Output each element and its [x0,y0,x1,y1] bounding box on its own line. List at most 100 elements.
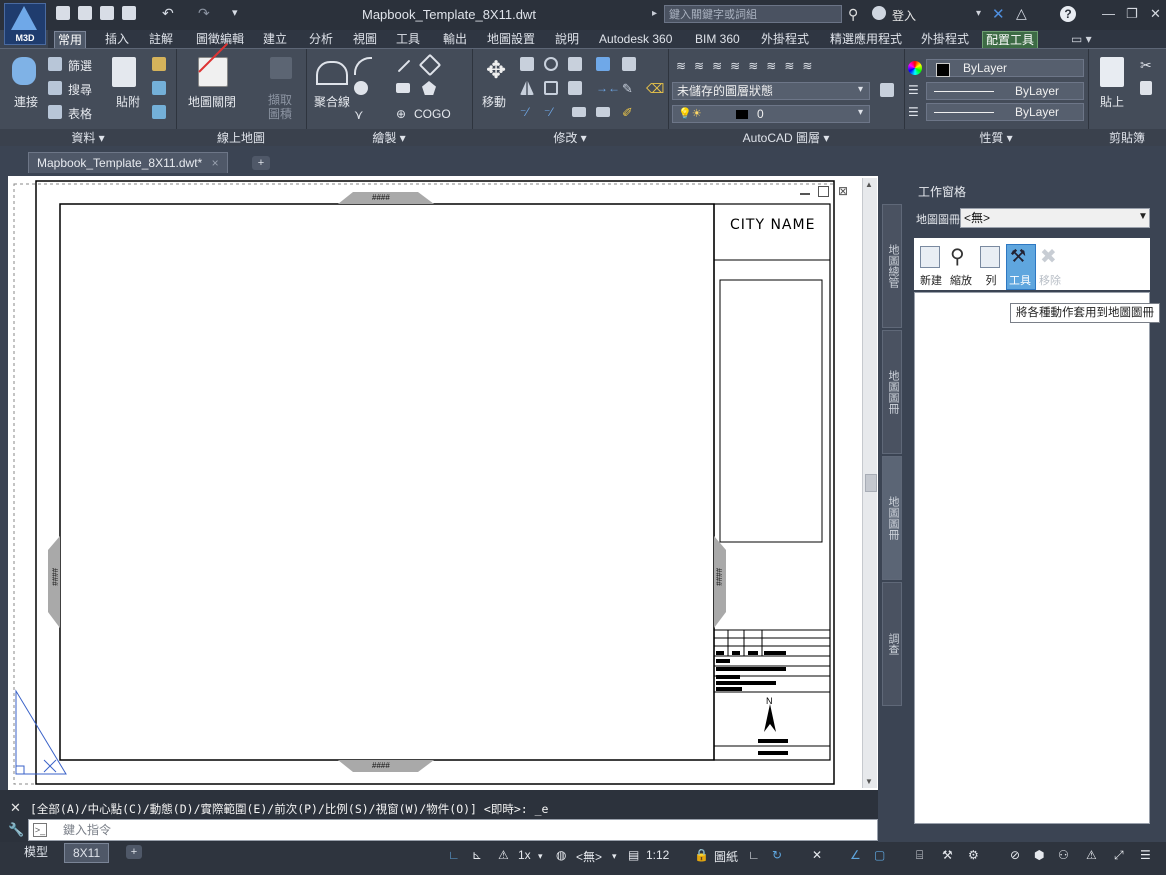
ribbon-minimize-icon[interactable]: ▭ ▾ [1068,31,1095,47]
tab-create[interactable]: 建立 [260,31,290,47]
tab-autodesk-360[interactable]: Autodesk 360 [596,31,675,47]
close-window-icon[interactable]: ✕ [1150,6,1161,22]
search-data-icon[interactable] [48,81,62,95]
tab-tools[interactable]: 工具 [393,31,423,47]
layer-state-dropdown[interactable]: 未儲存的圖層狀態 [672,82,870,100]
mapbook-select-arrow-icon[interactable]: ▼ [1138,211,1148,222]
scroll-up-icon[interactable]: ▲ [865,180,873,189]
search-button[interactable]: 搜尋 [68,81,92,98]
new-mapbook-icon[interactable] [920,246,940,268]
tab-analyze[interactable]: 分析 [306,31,336,47]
hatch-icon[interactable] [418,53,442,77]
ortho-icon[interactable]: ∟ [748,848,760,862]
list-icon[interactable] [980,246,1000,268]
zoom-icon[interactable]: ⚲ [950,244,965,269]
layer-state-dropdown-arrow-icon[interactable]: ▾ [858,84,863,95]
refresh-icon[interactable] [152,105,166,119]
object-tree-icon[interactable]: ⚇ [1058,848,1069,862]
viewport-restore-icon[interactable] [818,186,829,197]
join-icon[interactable] [572,107,586,117]
cut-icon[interactable]: ✂ [1140,57,1158,75]
scrollbar-thumb[interactable] [865,474,877,492]
panel-title-data[interactable]: 資料 ▾ [0,129,176,147]
add-layout-icon[interactable]: + [126,845,142,859]
array-icon[interactable] [596,57,610,71]
a360-icon[interactable]: △ [1016,5,1027,22]
current-layer-dropdown-arrow-icon[interactable]: ▾ [858,107,863,118]
tab-annotate[interactable]: 註解 [146,31,176,47]
minimize-icon[interactable]: — [1102,6,1115,21]
close-command-icon[interactable]: ✕ [10,800,21,816]
tab-view[interactable]: 視圖 [350,31,380,47]
command-input[interactable]: 鍵入指令 [28,819,878,841]
fullscreen-icon[interactable]: ⤢ [1114,848,1124,863]
model-tab[interactable]: 模型 [16,843,56,861]
redo-icon[interactable]: ↷ [198,5,210,22]
annotation-scale-icon[interactable]: ⚠ [498,848,509,862]
viewport-icon[interactable]: ▤ [628,848,639,862]
erase-icon[interactable]: ⌫ [646,81,664,99]
open-file-icon[interactable] [78,6,92,20]
tab-insert[interactable]: 插入 [102,31,132,47]
tab-featured-apps[interactable]: 精選應用程式 [827,31,905,47]
tab-map-setup[interactable]: 地圖設置 [484,31,538,47]
lineweight-icon[interactable]: ☰ [908,83,926,101]
isolate-icon[interactable]: ⌸ [916,848,923,863]
customize-wrench-icon[interactable]: 🔧 [8,822,24,838]
line-icon[interactable] [397,59,411,73]
otrack-icon[interactable]: ∠ [850,848,861,862]
side-tab-map-explorer[interactable]: 地圖總管 [882,204,902,328]
qat-customize-icon[interactable]: ▾ [232,6,238,19]
rotate-icon[interactable] [544,57,558,71]
login-button[interactable]: 登入 [892,7,916,24]
move-button[interactable]: 移動 [482,93,506,110]
panel-title-layers[interactable]: AutoCAD 圖層 ▾ [668,129,904,147]
filter-data-icon[interactable] [48,57,62,71]
paste-icon[interactable] [1100,57,1124,87]
panel-title-properties[interactable]: 性質 ▾ [904,129,1088,147]
panel-title-modify[interactable]: 修改 ▾ [472,129,668,147]
tab-feature-edit[interactable]: 圖徵編輯 [193,31,247,47]
tab-addins-2[interactable]: 外掛程式 [918,31,972,47]
annotation-visibility-icon[interactable]: ⚒ [942,848,953,862]
panel-title-draw[interactable]: 繪製 ▾ [306,129,472,147]
extend-icon[interactable]: ⁻⁄ [520,105,538,123]
restore-icon[interactable]: ❐ [1126,6,1138,22]
cogo-button[interactable]: COGO [414,107,451,121]
attach-icon[interactable] [112,57,136,87]
paper-space-label[interactable]: 圖紙 [714,848,738,865]
coordinate-system-label[interactable]: <無> [576,848,602,865]
layer-tools-icon[interactable]: ≋≋≋≋≋≋≋≋ [676,59,866,77]
copy-icon[interactable] [520,57,534,71]
mapbook-tree[interactable] [914,292,1150,824]
undo-icon[interactable]: ↶ [162,5,174,22]
binoculars-icon[interactable]: ⚲ [848,6,858,23]
layout-tab-8x11[interactable]: 8X11 [64,843,110,863]
search-expand-icon[interactable]: ▸ [652,8,657,19]
circle-icon[interactable] [354,81,368,95]
tab-bim-360[interactable]: BIM 360 [692,31,743,47]
cogo-icon[interactable]: ⊕ [396,107,414,125]
save-icon[interactable] [100,6,114,20]
side-tab-survey[interactable]: 調查 [882,582,902,706]
edit-icon[interactable]: ✎ [622,81,640,99]
status-menu-icon[interactable]: ☰ [1140,848,1151,862]
drawing-canvas[interactable]: CITY NAME #### #### #### #### N ⊠ [8,176,878,790]
filter-button[interactable]: 篩選 [68,57,92,74]
rectangle-icon[interactable] [396,83,410,93]
clean-screen-icon[interactable]: ⬢ [1034,848,1044,862]
explode-icon[interactable]: ✐ [622,105,640,123]
new-button[interactable]: 新建 [918,272,944,288]
vertical-scrollbar[interactable]: ▲ ▼ [862,178,877,788]
tools-icon[interactable]: ⚒ [1010,246,1026,267]
offset-icon[interactable] [622,57,636,71]
map-close-button[interactable]: 地圖關閉 [188,93,236,110]
arc-icon[interactable] [354,57,372,75]
file-tab[interactable]: Mapbook_Template_8X11.dwt* × [28,152,228,173]
color-wheel-icon[interactable] [908,61,922,75]
new-tab-icon[interactable]: + [252,156,270,170]
funnel-icon[interactable] [152,57,166,71]
trim-icon[interactable]: →← [596,81,620,99]
application-menu-button[interactable]: M3D [4,3,46,45]
attach-button[interactable]: 貼附 [116,93,140,110]
